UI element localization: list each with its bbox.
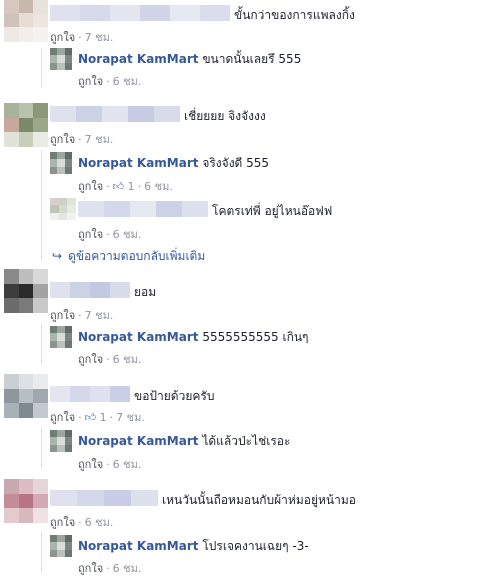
reply-author[interactable]: Norapat KamMart	[78, 434, 199, 448]
reply-meta: ถูกใจ · 6 ชม.	[78, 353, 142, 366]
avatar-blurred[interactable]	[4, 103, 48, 147]
timestamp[interactable]: 6 ชม.	[113, 228, 142, 241]
comment-text: ขอป้ายด้วยครับ	[134, 389, 215, 403]
reply-author[interactable]: Norapat KamMart	[78, 539, 199, 553]
avatar-blurred[interactable]	[4, 479, 48, 523]
like-link[interactable]: ถูกใจ	[50, 516, 75, 529]
reply-thread-line	[41, 532, 42, 572]
timestamp[interactable]: 7 ชม.	[85, 133, 114, 146]
timestamp[interactable]: 6 ชม.	[144, 180, 173, 193]
timestamp[interactable]: 6 ชม.	[113, 458, 142, 471]
reply-avatar[interactable]	[50, 535, 72, 557]
reply-body: 5555555555 เกินๆ	[202, 330, 309, 344]
comment-text: เหนวันนั้นถือหมอนกับผ้าห่มอยู่หน้ามอ	[162, 493, 356, 507]
reply-body: ขนาดนั้นเลยรึ 555	[202, 52, 302, 66]
reply-avatar[interactable]	[50, 152, 72, 174]
avatar-blurred[interactable]	[4, 374, 48, 418]
like-link[interactable]: ถูกใจ	[50, 133, 75, 146]
reply-meta: ถูกใจ · 6 ชม.	[78, 562, 142, 575]
blurred-commenter-name[interactable]	[50, 282, 130, 298]
avatar-blurred[interactable]	[4, 269, 48, 313]
more-replies-link[interactable]: ↪ ดูข้อความตอบกลับเพิ่มเติม	[52, 247, 205, 266]
comment-text: ขั้นกว่าของการแพลงกิ้ง	[234, 8, 355, 22]
like-link[interactable]: ถูกใจ	[78, 353, 103, 366]
reply-thread-line	[41, 428, 42, 468]
timestamp[interactable]: 6 ชม.	[113, 562, 142, 575]
like-link[interactable]: ถูกใจ	[50, 309, 75, 322]
blurred-commenter-name[interactable]	[50, 106, 180, 122]
like-link[interactable]: ถูกใจ	[50, 411, 75, 424]
reply-body: ได้แล้วป่ะไช่เรอะ	[202, 434, 291, 448]
comment-meta: ถูกใจ · 7 ชม.	[50, 309, 114, 322]
reply-thread-line	[41, 324, 42, 364]
reply-author[interactable]: Norapat KamMart	[78, 52, 199, 66]
thumbs-up-icon[interactable]: 👍︎	[113, 180, 125, 193]
reply-avatar[interactable]	[50, 48, 72, 70]
like-link[interactable]: ถูกใจ	[78, 458, 103, 471]
reply-text: Norapat KamMart ได้แล้วป่ะไช่เรอะ	[78, 432, 290, 451]
like-link[interactable]: ถูกใจ	[78, 562, 103, 575]
timestamp[interactable]: 7 ชม.	[85, 31, 114, 44]
like-link[interactable]: ถูกใจ	[78, 228, 103, 241]
reply-arrow-icon: ↪	[52, 249, 63, 263]
reply-meta: ถูกใจ · 👍︎ 1 · 6 ชม.	[78, 180, 173, 193]
timestamp[interactable]: 7 ชม.	[85, 309, 114, 322]
reply-meta: ถูกใจ · 6 ชม.	[78, 458, 142, 471]
reply-meta: ถูกใจ · 6 ชม.	[78, 228, 142, 241]
like-link[interactable]: ถูกใจ	[50, 31, 75, 44]
comment-text: ยอม	[134, 285, 157, 299]
more-replies-label[interactable]: ดูข้อความตอบกลับเพิ่มเติม	[68, 249, 205, 263]
like-count[interactable]: 1	[128, 180, 135, 193]
like-link[interactable]: ถูกใจ	[78, 75, 103, 88]
timestamp[interactable]: 6 ชม.	[85, 516, 114, 529]
reply-thread-line	[41, 150, 42, 260]
blurred-commenter-name[interactable]	[50, 490, 158, 506]
comment-meta: ถูกใจ · 7 ชม.	[50, 31, 114, 44]
reply-text: Norapat KamMart ขนาดนั้นเลยรึ 555	[78, 50, 301, 69]
like-count[interactable]: 1	[100, 411, 107, 424]
comment-meta: ถูกใจ · 👍︎ 1 · 7 ชม.	[50, 411, 145, 424]
blurred-commenter-name[interactable]	[78, 201, 208, 217]
reply-thread-line	[41, 48, 42, 88]
reply-avatar[interactable]	[50, 430, 72, 452]
like-link[interactable]: ถูกใจ	[78, 180, 103, 193]
blurred-commenter-name[interactable]	[50, 5, 230, 21]
reply-author[interactable]: Norapat KamMart	[78, 156, 199, 170]
reply-body: โปรเจคงานเฉยๆ -3-	[202, 539, 309, 553]
reply-meta: ถูกใจ · 6 ชม.	[78, 75, 142, 88]
reply-text: Norapat KamMart 5555555555 เกินๆ	[78, 328, 309, 347]
blurred-commenter-name[interactable]	[50, 386, 130, 402]
comment-meta: ถูกใจ · 6 ชม.	[50, 516, 114, 529]
comment-text: เชี่ยยยย จิงจังงง	[184, 109, 266, 123]
avatar-blurred[interactable]	[4, 0, 48, 42]
reply-text: โคตรเท่พี่ อยู่ไหนอ๊อฟฟ	[212, 204, 333, 218]
timestamp[interactable]: 6 ชม.	[113, 353, 142, 366]
reply-avatar-blurred[interactable]	[50, 198, 76, 220]
reply-text: Norapat KamMart จริงจังดี 555	[78, 154, 269, 173]
timestamp[interactable]: 7 ชม.	[116, 411, 145, 424]
thumbs-up-icon[interactable]: 👍︎	[85, 411, 97, 424]
reply-text: Norapat KamMart โปรเจคงานเฉยๆ -3-	[78, 537, 309, 556]
reply-author[interactable]: Norapat KamMart	[78, 330, 199, 344]
reply-avatar[interactable]	[50, 326, 72, 348]
reply-body: จริงจังดี 555	[202, 156, 270, 170]
timestamp[interactable]: 6 ชม.	[113, 75, 142, 88]
comment-meta: ถูกใจ · 7 ชม.	[50, 133, 114, 146]
